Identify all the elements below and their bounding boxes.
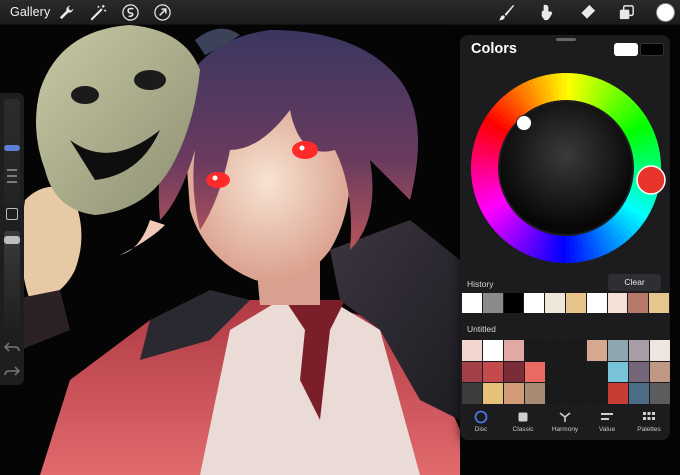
selection-icon[interactable] [121,3,140,22]
color-picker-knob[interactable] [516,115,532,131]
history-swatch[interactable] [482,293,503,313]
opacity-thumb[interactable] [4,236,20,244]
palette-swatch[interactable] [587,361,608,383]
history-swatch[interactable] [545,293,565,313]
palette-title: Untitled [467,324,496,334]
palette-swatch[interactable] [462,383,482,404]
top-toolbar: Gallery [0,0,680,25]
transform-arrow-icon[interactable] [153,3,172,22]
palette-swatch[interactable] [482,361,503,383]
colors-panel: Colors History Clear Untitled Disc Classi… [460,35,670,440]
palette-swatch[interactable] [629,361,650,383]
left-eye [206,172,230,188]
colors-panel-tabs: Disc Classic Harmony Value Palettes [460,407,670,440]
value-sliders-icon [601,413,613,420]
redo-icon[interactable] [3,363,21,379]
previous-color-swatch[interactable] [640,43,664,56]
tab-palettes[interactable]: Palettes [628,407,670,440]
palette-grid [462,340,670,404]
history-swatch[interactable] [607,293,628,313]
history-label: History [467,279,494,289]
palette-swatch[interactable] [482,340,503,361]
tab-label: Value [598,426,616,433]
brush-size-slider[interactable] [4,99,20,207]
tab-classic[interactable]: Classic [502,407,544,440]
palette-swatch[interactable] [608,361,629,383]
tab-value[interactable]: Value [586,407,628,440]
palette-swatch[interactable] [650,361,670,383]
magic-wand-icon[interactable] [89,3,108,22]
tab-label: Harmony [551,426,579,433]
history-swatch[interactable] [462,293,482,313]
palette-swatch[interactable] [629,383,650,404]
square-modify-icon[interactable] [6,208,18,220]
right-eye [292,141,318,159]
slider-tick [7,169,17,171]
left-sidebar [0,93,24,385]
tab-harmony[interactable]: Harmony [544,407,586,440]
tab-disc[interactable]: Disc [460,407,502,440]
color-disc[interactable] [471,73,670,273]
wrench-icon[interactable] [57,3,76,22]
eraser-icon[interactable] [578,3,597,22]
history-swatch[interactable] [503,293,524,313]
tab-label: Classic [512,426,534,433]
tab-label: Palettes [637,426,661,433]
harmony-icon [559,412,571,422]
palette-swatch[interactable] [524,361,545,383]
slider-tick [7,175,17,177]
disc-icon [474,410,488,424]
classic-square-icon [518,412,528,422]
palette-swatch[interactable] [524,340,545,361]
history-swatch[interactable] [524,293,545,313]
palette-swatch[interactable] [462,361,482,383]
undo-icon[interactable] [3,339,21,355]
palettes-grid-icon [643,412,655,420]
palette-swatch[interactable] [503,383,524,404]
palette-swatch[interactable] [587,383,608,404]
color-history [462,293,670,313]
slider-tick [7,181,17,183]
palette-swatch[interactable] [629,340,650,361]
palette-swatch[interactable] [545,340,566,361]
palette-swatch[interactable] [566,361,587,383]
palette-swatch[interactable] [503,340,524,361]
history-swatch[interactable] [649,293,669,313]
history-swatch[interactable] [628,293,649,313]
smudge-icon[interactable] [537,3,556,22]
opacity-slider[interactable] [4,231,20,329]
panel-title: Colors [471,41,517,57]
active-color-swatch[interactable] [657,4,674,21]
palette-swatch[interactable] [608,340,629,361]
palette-swatch[interactable] [650,340,670,361]
palette-swatch[interactable] [587,340,608,361]
brush-size-thumb[interactable] [4,145,20,151]
palette-swatch[interactable] [566,340,587,361]
current-color-swatch[interactable] [614,43,638,56]
palette-swatch[interactable] [524,383,545,404]
palette-swatch[interactable] [650,383,670,404]
clear-history-button[interactable]: Clear [608,274,661,291]
palette-swatch[interactable] [566,383,587,404]
history-swatch[interactable] [565,293,586,313]
layers-icon[interactable] [617,3,636,22]
tab-label: Disc [474,426,488,433]
palette-swatch[interactable] [545,383,566,404]
palette-swatch[interactable] [545,361,566,383]
gallery-button[interactable]: Gallery [10,5,50,19]
palette-swatch[interactable] [503,361,524,383]
palette-swatch[interactable] [608,383,629,404]
panel-grabber[interactable] [556,38,576,41]
palette-swatch[interactable] [482,383,503,404]
palette-swatch[interactable] [462,340,482,361]
hue-picker-knob[interactable] [636,165,666,195]
history-swatch[interactable] [586,293,607,313]
brush-icon[interactable] [497,3,516,22]
